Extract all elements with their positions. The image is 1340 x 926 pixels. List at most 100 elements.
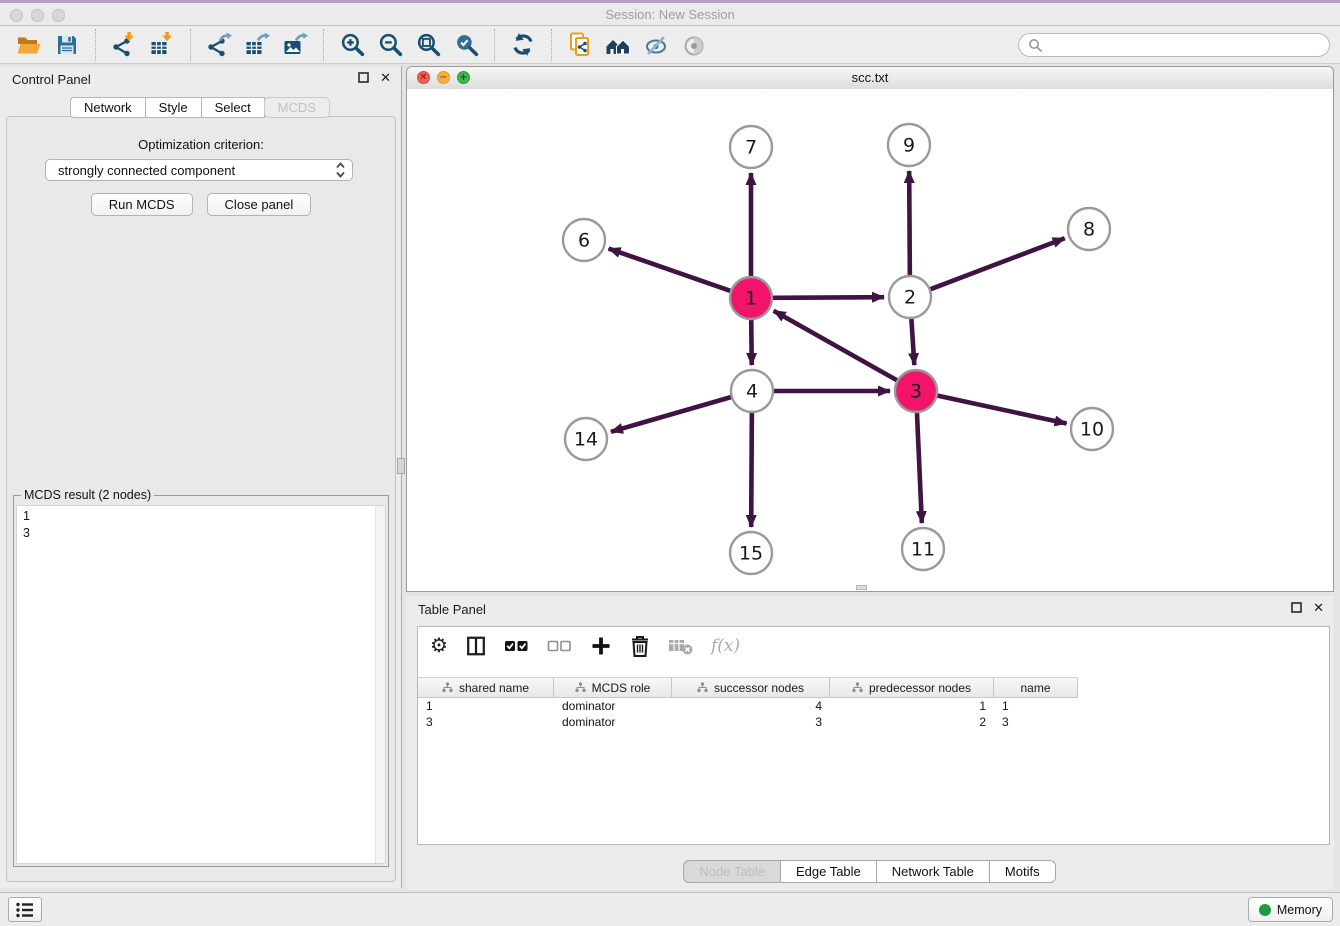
graph-node-14[interactable]: 14 — [565, 418, 607, 460]
graph-node-8[interactable]: 8 — [1068, 208, 1110, 250]
float-table-panel-icon[interactable] — [1291, 602, 1302, 613]
tab-network-table[interactable]: Network Table — [876, 860, 990, 883]
deselect-all-button[interactable] — [547, 635, 573, 657]
graph-edge-1-6[interactable] — [609, 249, 731, 291]
graph-node-6[interactable]: 6 — [563, 219, 605, 261]
graph-node-1[interactable]: 1 — [730, 277, 772, 319]
tab-node-table[interactable]: Node Table — [683, 860, 781, 883]
tree-icon — [442, 682, 453, 693]
control-panel: Control Panel ✕ NetworkStyleSelectMCDS O… — [0, 66, 402, 888]
column-label: successor nodes — [714, 681, 804, 695]
close-table-panel-icon[interactable]: ✕ — [1313, 601, 1324, 614]
search-icon — [1028, 38, 1042, 52]
table-cell: 3 — [994, 714, 1078, 730]
table-row[interactable]: 1dominator411 — [418, 698, 1078, 714]
clone-network-button[interactable] — [563, 29, 597, 61]
import-table-button[interactable] — [145, 29, 179, 61]
mcds-result-box[interactable]: 13 — [16, 505, 386, 864]
export-table-button[interactable] — [240, 29, 274, 61]
float-panel-icon[interactable] — [358, 72, 369, 83]
column-label: name — [1020, 681, 1050, 695]
graph-edge-3-10[interactable] — [938, 396, 1067, 424]
result-scrollbar[interactable] — [375, 506, 385, 863]
vertical-divider-grip[interactable] — [397, 458, 405, 474]
network-canvas[interactable]: 7 9 6 8 1 2 4 3 14 10 15 11 — [407, 89, 1333, 591]
column-header-successor-nodes[interactable]: successor nodes — [672, 678, 830, 697]
network-window: ✕ − + scc.txt 7968124314101511 — [406, 66, 1334, 592]
graph-node-7[interactable]: 7 — [730, 126, 772, 168]
tab-edge-table[interactable]: Edge Table — [780, 860, 877, 883]
close-panel-icon[interactable]: ✕ — [380, 71, 391, 84]
graph-edge-2-9[interactable] — [909, 171, 910, 275]
open-folder-button[interactable] — [12, 29, 46, 61]
tab-select[interactable]: Select — [201, 97, 265, 118]
trash-button[interactable] — [629, 634, 651, 658]
open-folder-icon — [16, 33, 42, 57]
graph-node-15[interactable]: 15 — [730, 532, 772, 574]
search-input[interactable] — [1047, 37, 1320, 53]
close-panel-button[interactable]: Close panel — [207, 193, 312, 216]
save-icon — [55, 33, 79, 57]
refresh-button[interactable] — [506, 29, 540, 61]
tab-style[interactable]: Style — [145, 97, 202, 118]
graph-node-2[interactable]: 2 — [889, 276, 931, 318]
graph-edge-4-15[interactable] — [751, 413, 752, 527]
search-box[interactable] — [1018, 33, 1330, 57]
refresh-icon — [510, 32, 536, 57]
mcds-result-title: MCDS result (2 nodes) — [21, 488, 154, 502]
table-container: ⚙f(x) shared nameMCDS rolesuccessor node… — [417, 626, 1330, 845]
svg-text:6: 6 — [578, 230, 590, 252]
tab-mcds[interactable]: MCDS — [264, 97, 330, 118]
run-mcds-button[interactable]: Run MCDS — [91, 193, 193, 216]
tab-network[interactable]: Network — [70, 97, 146, 118]
table-row[interactable]: 3dominator323 — [418, 714, 1078, 730]
zoom-out-icon — [378, 32, 403, 57]
graph-node-9[interactable]: 9 — [888, 124, 930, 166]
graph-edge-2-3[interactable] — [911, 319, 914, 365]
svg-text:1: 1 — [745, 288, 757, 310]
hide-eye-button[interactable] — [639, 29, 673, 61]
zoom-in-button[interactable] — [335, 29, 369, 61]
graph-edge-4-14[interactable] — [611, 397, 731, 432]
delete-table-icon — [668, 636, 694, 656]
export-image-button[interactable] — [278, 29, 312, 61]
export-network-button[interactable] — [202, 29, 236, 61]
criterion-select[interactable]: strongly connected component — [45, 159, 353, 181]
eye-button[interactable] — [677, 29, 711, 61]
homes-button[interactable] — [601, 29, 635, 61]
zoom-fit-button[interactable] — [411, 29, 445, 61]
import-network-button[interactable] — [107, 29, 141, 61]
task-history-button[interactable] — [8, 897, 42, 922]
save-button[interactable] — [50, 29, 84, 61]
gear-button[interactable]: ⚙ — [430, 636, 448, 656]
columns-button[interactable] — [465, 635, 487, 657]
tab-motifs[interactable]: Motifs — [989, 860, 1056, 883]
zoom-out-button[interactable] — [373, 29, 407, 61]
graph-edge-3-11[interactable] — [917, 413, 922, 523]
column-header-shared-name[interactable]: shared name — [418, 678, 554, 697]
graph-edge-3-1[interactable] — [774, 311, 897, 380]
graph-edge-1-2[interactable] — [773, 297, 884, 298]
horizontal-divider-grip[interactable] — [856, 585, 867, 590]
main-toolbar — [0, 26, 1340, 64]
graph-node-10[interactable]: 10 — [1071, 408, 1113, 450]
select-all-button[interactable] — [504, 635, 530, 657]
zoom-selected-button[interactable] — [449, 29, 483, 61]
table-panel: Table Panel ✕ ⚙f(x) shared nameMCDS role… — [406, 596, 1334, 890]
svg-text:14: 14 — [574, 429, 598, 451]
plus-button[interactable] — [590, 635, 612, 657]
graph-node-4[interactable]: 4 — [731, 370, 773, 412]
toolbar-separator — [323, 29, 324, 61]
tree-icon — [575, 682, 586, 693]
import-network-icon — [111, 32, 137, 58]
graph-edge-2-8[interactable] — [931, 238, 1065, 289]
delete-table-button — [668, 636, 694, 656]
graph-node-3[interactable]: 3 — [895, 370, 937, 412]
column-header-mcds-role[interactable]: MCDS role — [554, 678, 672, 697]
table-cell: 1 — [830, 698, 994, 714]
graph-node-11[interactable]: 11 — [902, 528, 944, 570]
plus-icon — [590, 635, 612, 657]
column-header-predecessor-nodes[interactable]: predecessor nodes — [830, 678, 994, 697]
memory-button[interactable]: Memory — [1248, 897, 1333, 922]
column-header-name[interactable]: name — [994, 678, 1078, 697]
